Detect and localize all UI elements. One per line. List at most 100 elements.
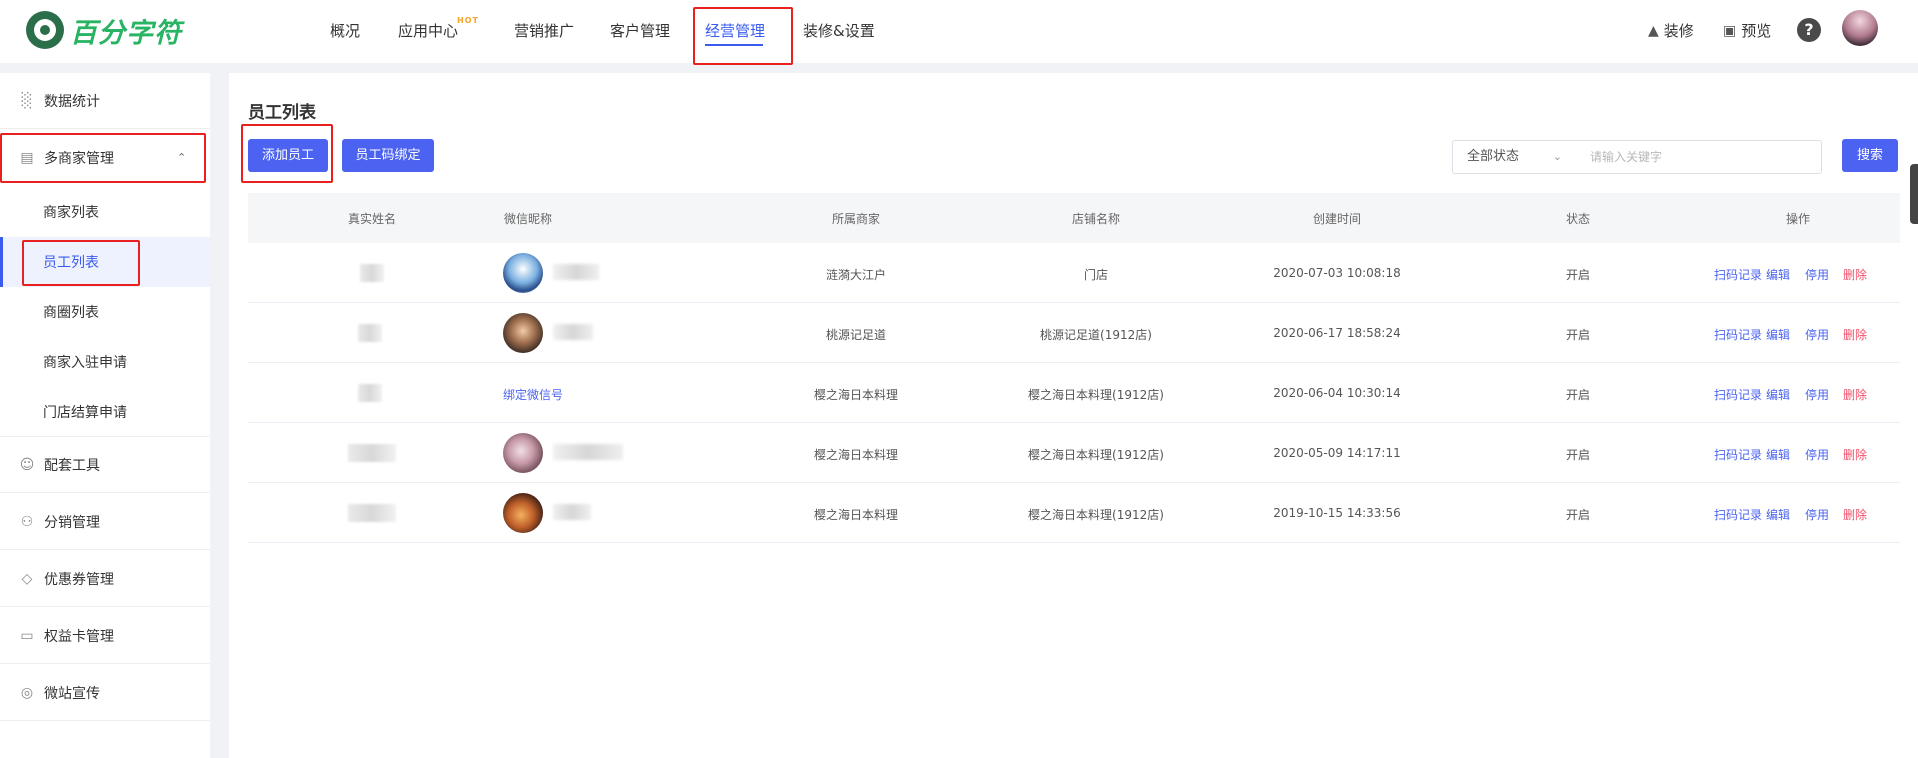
page-title: 员工列表 (248, 103, 316, 123)
bind-wechat-link[interactable]: 绑定微信号 (503, 386, 563, 403)
header-store-name: 店铺名称 (1071, 212, 1121, 226)
sidebar-item-coupons[interactable]: ◇ 优惠券管理 (0, 551, 210, 607)
disable-link[interactable]: 停用 (1805, 446, 1829, 463)
logo[interactable]: 百分字符 (26, 11, 182, 49)
users-icon: ⚇ (20, 513, 34, 530)
status-select-value: 全部状态 (1467, 149, 1520, 164)
status-select[interactable]: 全部状态 ⌄ (1452, 140, 1577, 174)
sidebar-sub-business-district[interactable]: 商圈列表 (0, 287, 210, 337)
merchant-cell: 桃源记足道 (825, 328, 887, 342)
header-actions: 操作 (1785, 212, 1811, 226)
scan-record-link[interactable]: 扫码记录 (1714, 386, 1762, 403)
sidebar-item-label: 权益卡管理 (44, 628, 114, 645)
wechat-avatar (503, 313, 543, 353)
merchant-cell: 涟漪大江户 (825, 268, 887, 282)
edit-link[interactable]: 编辑 (1766, 506, 1790, 523)
disable-link[interactable]: 停用 (1805, 386, 1829, 403)
merchant-cell: 樱之海日本料理 (813, 448, 899, 462)
decorate-button[interactable]: ▲ 装修 (1648, 20, 1694, 41)
blurred-real-name (348, 444, 396, 462)
header-merchant: 所属商家 (831, 212, 881, 226)
sidebar-item-label: 优惠券管理 (44, 571, 114, 588)
sidebar-item-label: 微站宣传 (44, 685, 100, 702)
scan-record-link[interactable]: 扫码记录 (1714, 326, 1762, 343)
sidebar-item-label: 配套工具 (44, 457, 100, 474)
created-cell: 2020-05-09 14:17:11 (1273, 446, 1401, 460)
side-scroll-handle[interactable] (1910, 164, 1918, 224)
coupon-icon: ◇ (21, 570, 33, 587)
bar-chart-icon: ░ (21, 92, 33, 109)
main-content: 员工列表 添加员工 员工码绑定 全部状态 ⌄ 搜索 真实姓名 微信昵称 所属商家… (229, 73, 1918, 758)
sidebar-item-membership-card[interactable]: ▭ 权益卡管理 (0, 608, 210, 664)
edit-link[interactable]: 编辑 (1766, 386, 1790, 403)
edit-link[interactable]: 编辑 (1766, 266, 1790, 283)
scan-record-link[interactable]: 扫码记录 (1714, 446, 1762, 463)
disable-link[interactable]: 停用 (1805, 326, 1829, 343)
disable-link[interactable]: 停用 (1805, 266, 1829, 283)
store-cell: 樱之海日本料理(1912店) (1028, 448, 1164, 462)
sidebar-item-microsite[interactable]: ◎ 微站宣传 (0, 665, 210, 721)
preview-icon: ▣ (1723, 22, 1737, 39)
hot-badge: HOT (457, 16, 479, 25)
header-created-time: 创建时间 (1312, 212, 1362, 226)
delete-link[interactable]: 删除 (1843, 266, 1867, 283)
highlight-box-multi-merchant (0, 133, 206, 183)
preview-label: 预览 (1741, 22, 1772, 40)
status-cell: 开启 (1565, 508, 1591, 522)
created-cell: 2020-07-03 10:08:18 (1273, 266, 1401, 280)
wechat-avatar (503, 253, 543, 293)
sidebar-item-tools[interactable]: ☺ 配套工具 (0, 437, 210, 493)
delete-link[interactable]: 删除 (1843, 446, 1867, 463)
blurred-nickname (553, 444, 623, 460)
topnav-app-center[interactable]: 应用中心 (398, 20, 458, 41)
blurred-nickname (553, 324, 593, 340)
staff-code-bind-button[interactable]: 员工码绑定 (342, 139, 434, 172)
topnav-marketing[interactable]: 营销推广 (514, 20, 574, 41)
edit-link[interactable]: 编辑 (1766, 326, 1790, 343)
blurred-real-name (360, 264, 384, 282)
blurred-nickname (553, 264, 599, 280)
delete-link[interactable]: 删除 (1843, 506, 1867, 523)
wechat-avatar (503, 433, 543, 473)
sidebar-item-data-stats[interactable]: ░ 数据统计 (0, 73, 210, 129)
status-cell: 开启 (1565, 388, 1591, 402)
table-row: 桃源记足道 桃源记足道(1912店) 2020-06-17 18:58:24 开… (248, 303, 1900, 363)
delete-link[interactable]: 删除 (1843, 326, 1867, 343)
scan-record-link[interactable]: 扫码记录 (1714, 266, 1762, 283)
topnav-customers[interactable]: 客户管理 (610, 20, 670, 41)
user-avatar[interactable] (1842, 10, 1878, 46)
topnav-overview[interactable]: 概况 (330, 20, 360, 41)
highlight-box-add-staff (241, 124, 333, 183)
merchant-cell: 樱之海日本料理 (813, 508, 899, 522)
sidebar-sub-merchant-list[interactable]: 商家列表 (0, 187, 210, 237)
search-button[interactable]: 搜索 (1842, 139, 1898, 172)
status-cell: 开启 (1565, 448, 1591, 462)
blurred-real-name (358, 324, 382, 342)
brand-name: 百分字符 (70, 17, 182, 49)
sidebar-sub-store-settlement[interactable]: 门店结算申请 (0, 387, 210, 437)
sidebar-sub-merchant-application[interactable]: 商家入驻申请 (0, 337, 210, 387)
sidebar-item-distribution[interactable]: ⚇ 分销管理 (0, 494, 210, 550)
table-row: 樱之海日本料理 樱之海日本料理(1912店) 2019-10-15 14:33:… (248, 483, 1900, 543)
scan-record-link[interactable]: 扫码记录 (1714, 506, 1762, 523)
edit-link[interactable]: 编辑 (1766, 446, 1790, 463)
disable-link[interactable]: 停用 (1805, 506, 1829, 523)
logo-icon (26, 11, 64, 49)
sidebar-item-label: 分销管理 (44, 514, 100, 531)
card-icon: ▭ (20, 627, 34, 644)
smile-icon: ☺ (19, 456, 35, 473)
store-cell: 门店 (1083, 268, 1109, 282)
table-header: 真实姓名 微信昵称 所属商家 店铺名称 创建时间 状态 操作 (248, 193, 1900, 243)
help-icon[interactable]: ? (1797, 18, 1821, 42)
topnav-decoration-settings[interactable]: 装修&设置 (803, 20, 875, 41)
table-row: 樱之海日本料理 樱之海日本料理(1912店) 2020-05-09 14:17:… (248, 423, 1900, 483)
store-cell: 桃源记足道(1912店) (1040, 328, 1152, 342)
merchant-cell: 樱之海日本料理 (813, 388, 899, 402)
blurred-real-name (358, 384, 382, 402)
preview-button[interactable]: ▣ 预览 (1723, 20, 1771, 41)
decorate-label: 装修 (1663, 22, 1694, 40)
store-cell: 樱之海日本料理(1912店) (1028, 388, 1164, 402)
wechat-avatar (503, 493, 543, 533)
search-input[interactable] (1576, 140, 1822, 174)
delete-link[interactable]: 删除 (1843, 386, 1867, 403)
